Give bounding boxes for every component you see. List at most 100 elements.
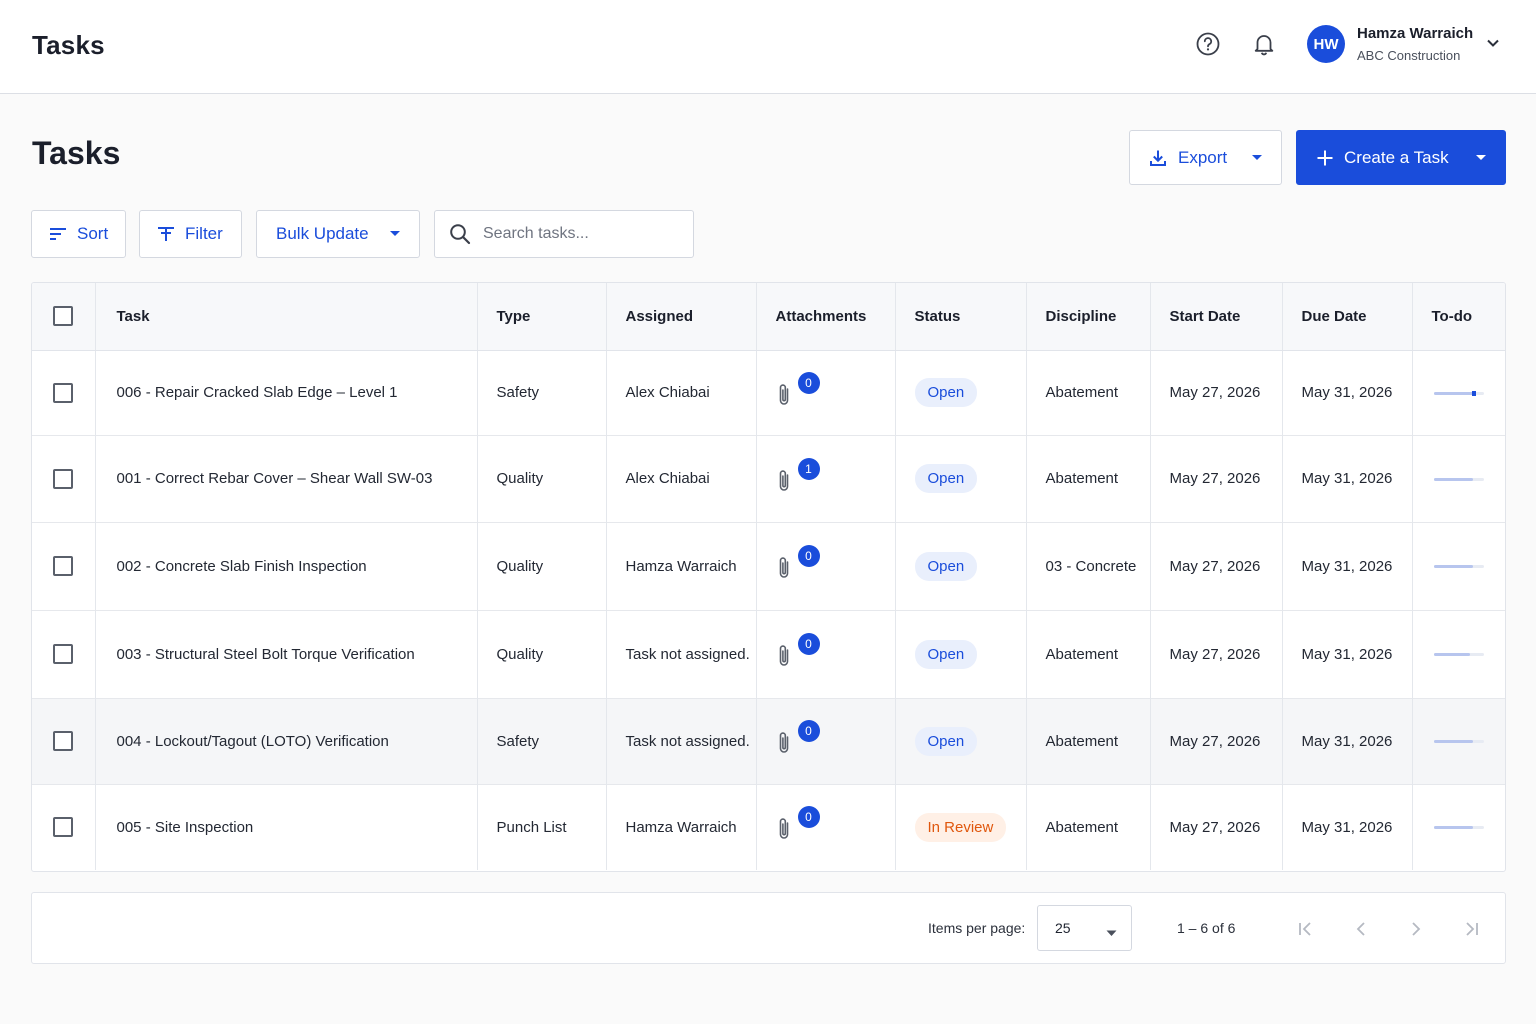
items-per-page-label: Items per page: [928,920,1026,936]
row-checkbox[interactable] [53,817,74,838]
todo-progress-bar [1433,565,1484,569]
task-attachments-cell: 0 [756,698,896,784]
status-badge: Open [914,639,978,669]
attachment-count-badge: 0 [797,633,820,655]
table-row[interactable]: 003 - Structural Steel Bolt Torque Verif… [32,610,1505,698]
todo-progress-fill [1433,740,1473,744]
task-status-cell: Open [895,698,1027,784]
task-due-date: May 31, 2026 [1282,610,1413,698]
caret-down-icon[interactable] [1475,154,1487,162]
paperclip-icon [779,732,788,753]
column-header-type[interactable]: Type [477,283,607,351]
task-type: Punch List [477,784,607,870]
caret-down-icon [1251,154,1263,162]
help-button[interactable] [1192,28,1224,60]
attachments[interactable]: 0 [776,633,836,671]
column-header-todo[interactable]: To-do [1412,283,1505,351]
task-discipline: 03 - Concrete [1026,522,1151,610]
task-status-cell: Open [895,610,1027,698]
attachments[interactable]: 0 [776,371,836,410]
task-discipline: Abatement [1026,350,1151,435]
chevron-right-icon [1412,922,1421,936]
task-name[interactable]: 002 - Concrete Slab Finish Inspection [95,522,478,610]
create-task-button[interactable]: Create a Task [1296,130,1506,185]
task-todo-cell [1412,784,1505,870]
attachment-count-badge: 0 [797,720,820,742]
row-select-cell [32,784,96,870]
row-checkbox[interactable] [53,556,74,576]
last-page-button[interactable] [1459,917,1483,941]
avatar[interactable]: HW [1307,25,1345,63]
todo-progress-bar [1433,826,1484,830]
attachment-count-badge: 0 [797,545,820,567]
row-checkbox[interactable] [53,382,74,403]
table-row[interactable]: 002 - Concrete Slab Finish Inspection Qu… [32,522,1505,610]
todo-progress-fill [1433,477,1473,481]
task-type: Quality [477,610,607,698]
column-header-due-date[interactable]: Due Date [1282,283,1413,351]
table-row[interactable]: 006 - Repair Cracked Slab Edge – Level 1… [32,350,1505,435]
first-page-button[interactable] [1294,917,1318,941]
user-name: Hamza Warraich [1357,25,1474,42]
page-range: 1 – 6 of 6 [1177,920,1236,936]
task-name[interactable]: 006 - Repair Cracked Slab Edge – Level 1 [95,350,478,435]
sort-button[interactable]: Sort [31,210,126,258]
task-due-date: May 31, 2026 [1282,522,1413,610]
task-discipline: Abatement [1026,435,1151,522]
items-per-page-select[interactable]: 25 [1037,905,1132,951]
search-box[interactable] [434,210,694,258]
attachments[interactable]: 0 [776,720,836,758]
task-name[interactable]: 001 - Correct Rebar Cover – Shear Wall S… [95,435,478,522]
task-attachments-cell: 0 [756,350,896,435]
table-row[interactable]: 005 - Site Inspection Punch List Hamza W… [32,784,1505,870]
filter-label: Filter [185,224,223,243]
task-todo-cell [1412,350,1505,435]
previous-page-button[interactable] [1349,917,1373,941]
create-task-label: Create a Task [1344,147,1449,167]
task-start-date: May 27, 2026 [1150,522,1283,610]
last-page-icon [1466,922,1478,936]
column-header-task[interactable]: Task [95,283,478,351]
chevron-left-icon [1356,922,1365,936]
task-name[interactable]: 003 - Structural Steel Bolt Torque Verif… [95,610,478,698]
task-name[interactable]: 005 - Site Inspection [95,784,478,870]
page-title: Tasks [32,135,121,171]
help-icon [1196,32,1220,56]
select-all-checkbox[interactable] [53,306,74,327]
task-discipline: Abatement [1026,610,1151,698]
column-header-start-date[interactable]: Start Date [1150,283,1283,351]
status-badge: Open [914,464,978,493]
table-row[interactable]: 004 - Lockout/Tagout (LOTO) Verification… [32,698,1505,784]
export-button[interactable]: Export [1129,130,1282,185]
attachments[interactable]: 0 [776,806,836,844]
attachments[interactable]: 0 [776,545,836,583]
chevron-down-icon [1487,39,1499,47]
attachments[interactable]: 1 [776,457,836,496]
column-header-status[interactable]: Status [895,283,1027,351]
filter-button[interactable]: Filter [139,210,242,258]
search-input[interactable] [483,225,673,243]
bulk-update-button[interactable]: Bulk Update [256,210,420,258]
caret-down-icon [1106,924,1117,940]
task-todo-cell [1412,522,1505,610]
column-header-assigned[interactable]: Assigned [606,283,757,351]
row-checkbox[interactable] [53,644,74,664]
notifications-button[interactable] [1248,28,1280,60]
column-header-discipline[interactable]: Discipline [1026,283,1151,351]
user-menu-toggle[interactable] [1482,32,1504,54]
table-row[interactable]: 001 - Correct Rebar Cover – Shear Wall S… [32,435,1505,522]
sort-label: Sort [77,224,109,243]
top-bar: Tasks HW Hamza Warraich ABC Construction [0,0,1536,94]
search-icon [450,224,471,245]
task-name[interactable]: 004 - Lockout/Tagout (LOTO) Verification [95,698,478,784]
paperclip-icon [779,469,788,491]
row-select-cell [32,435,96,522]
next-page-button[interactable] [1404,917,1428,941]
task-assigned: Hamza Warraich [606,784,757,870]
row-checkbox[interactable] [53,468,74,489]
todo-progress-fill [1433,565,1473,569]
column-header-attachments[interactable]: Attachments [756,283,896,351]
status-badge: Open [914,378,978,407]
pagination-bar: Items per page: 25 1 – 6 of 6 [31,892,1506,964]
row-checkbox[interactable] [53,731,74,751]
